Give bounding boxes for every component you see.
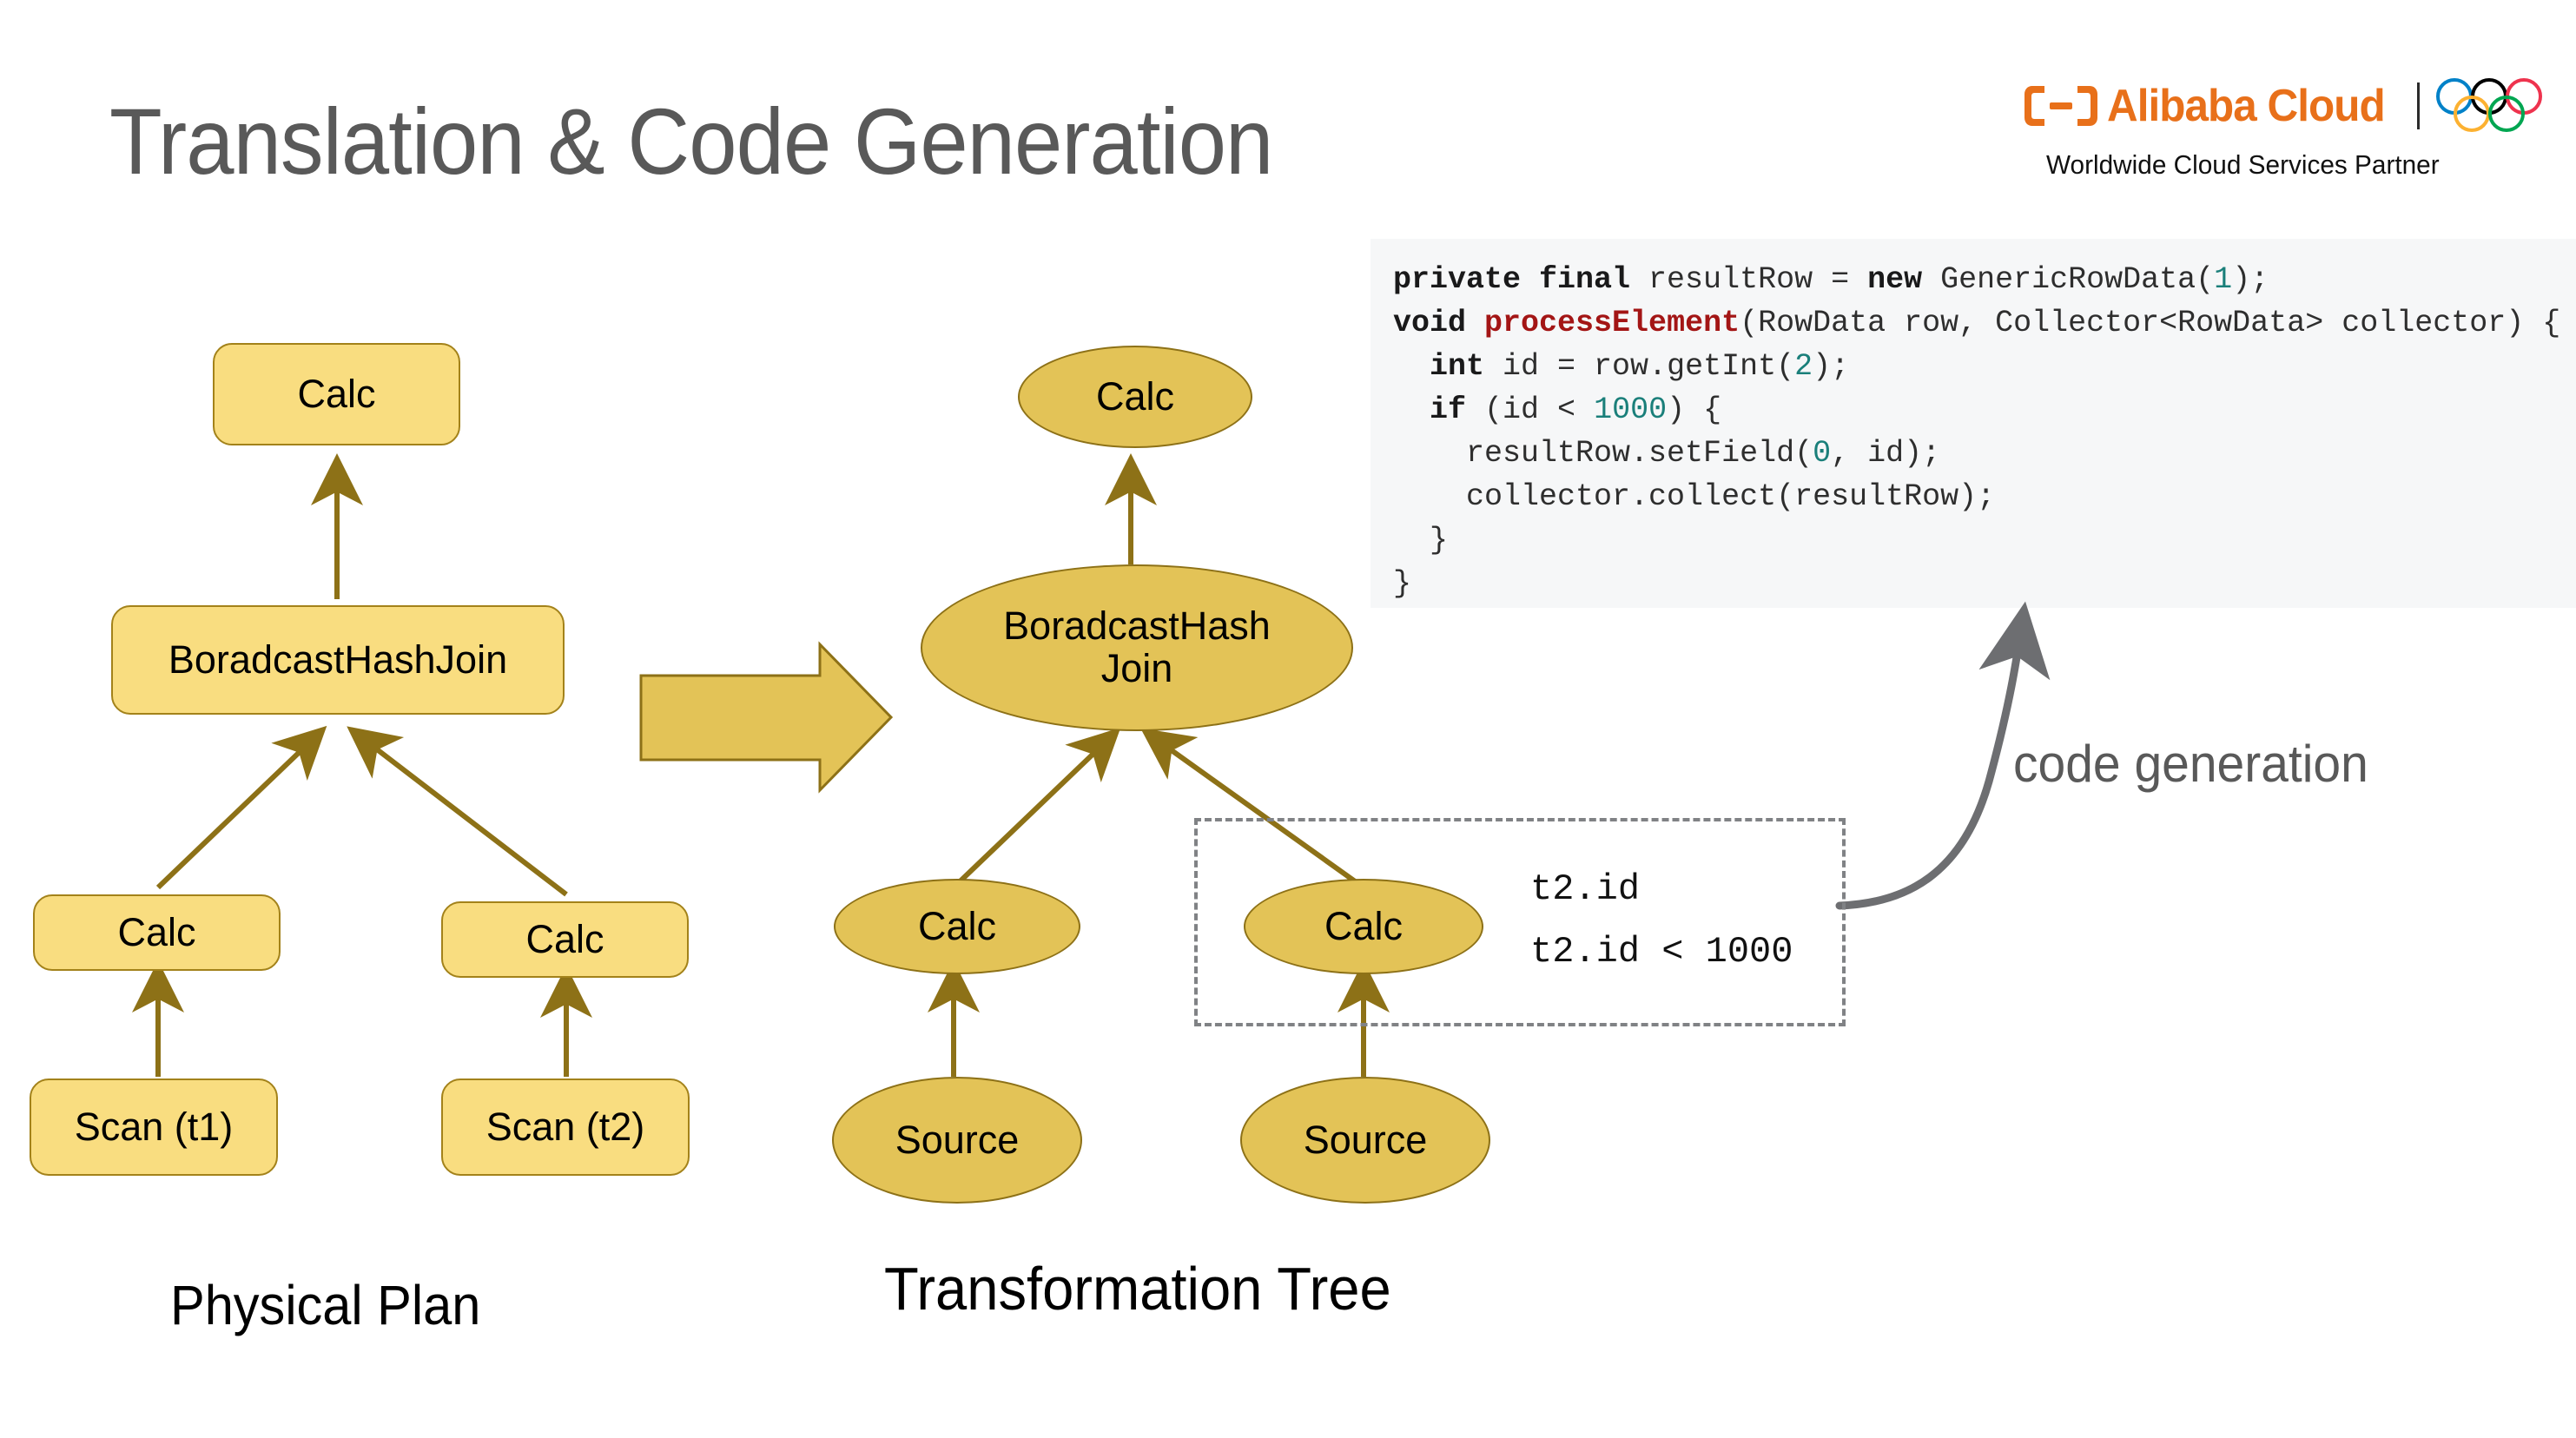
tt-node-source-left-label: Source — [895, 1117, 1020, 1162]
code-line-4: if (id < 1000) { — [1430, 392, 1722, 427]
pp-node-calc-root-label: Calc — [297, 371, 376, 416]
expr-projection: t2.id — [1530, 868, 1641, 910]
tt-node-calc-root-label: Calc — [1095, 373, 1175, 419]
pp-node-scan-t2[interactable]: Scan (t2) — [441, 1078, 690, 1176]
tt-edge-calcleft-to-join — [951, 727, 1121, 890]
olympic-rings-icon — [2435, 78, 2542, 132]
block-arrow-right-icon — [639, 641, 894, 794]
slide-canvas: Translation & Code Generation Alibaba Cl… — [0, 0, 2576, 1438]
tt-node-calc-right-label: Calc — [1324, 903, 1404, 948]
diagram-edges — [132, 453, 2051, 1077]
pp-node-broadcast-hash-join-label: BoradcastHashJoin — [168, 637, 508, 682]
pp-node-scan-t2-label: Scan (t2) — [485, 1104, 645, 1149]
alibaba-cloud-mark-icon — [2024, 86, 2097, 126]
generated-code-block: private final resultRow = new GenericRow… — [1371, 239, 2576, 608]
tt-node-calc-left-label: Calc — [917, 903, 997, 948]
alibaba-cloud-logo: Alibaba Cloud Worldwide Cloud Services P… — [2024, 75, 2542, 188]
tt-node-calc-root[interactable]: Calc — [1018, 346, 1252, 448]
pp-node-calc-right[interactable]: Calc — [441, 901, 689, 978]
tt-node-source-left[interactable]: Source — [832, 1077, 1082, 1204]
expr-filter: t2.id < 1000 — [1530, 931, 1793, 973]
pp-node-broadcast-hash-join[interactable]: BoradcastHashJoin — [111, 605, 565, 715]
pp-node-calc-left-label: Calc — [117, 909, 196, 954]
tt-node-broadcast-hash-join[interactable]: BoradcastHash Join — [921, 564, 1353, 731]
code-line-5: resultRow.setField(0, id); — [1466, 436, 1941, 471]
pp-edge-calcright-to-join — [347, 726, 568, 897]
curved-arrow-up-icon — [1835, 601, 2051, 910]
tt-join-label-line2: Join — [1100, 646, 1173, 690]
caption-transformation-tree: Transformation Tree — [884, 1255, 1391, 1323]
code-line-1: private final resultRow = new GenericRow… — [1393, 262, 2269, 297]
pp-node-calc-left[interactable]: Calc — [33, 894, 281, 971]
tt-node-source-right-label: Source — [1303, 1117, 1428, 1162]
pp-node-calc-right-label: Calc — [525, 916, 604, 961]
pp-node-scan-t1-label: Scan (t1) — [74, 1104, 234, 1149]
codegen-label: code generation — [2013, 735, 2368, 793]
page-title: Translation & Code Generation — [109, 89, 1273, 194]
code-line-7: } — [1430, 523, 1449, 557]
code-line-8: } — [1393, 566, 1412, 601]
tt-node-source-right[interactable]: Source — [1240, 1077, 1490, 1204]
logo-tagline: Worldwide Cloud Services Partner — [2046, 149, 2440, 180]
tt-node-calc-left[interactable]: Calc — [834, 879, 1080, 974]
pp-node-scan-t1[interactable]: Scan (t1) — [30, 1078, 278, 1176]
logo-row: Alibaba Cloud — [2024, 75, 2566, 137]
pp-edges — [132, 453, 592, 1077]
caption-physical-plan: Physical Plan — [170, 1274, 481, 1336]
tt-join-label-line1: BoradcastHash — [1003, 604, 1271, 649]
tt-node-broadcast-hash-join-label: BoradcastHash Join — [922, 566, 1351, 729]
pp-node-calc-root[interactable]: Calc — [213, 343, 460, 445]
tt-node-calc-right[interactable]: Calc — [1244, 879, 1483, 974]
logo-wordmark: Alibaba Cloud — [2107, 81, 2386, 131]
code-line-3: int id = row.getInt(2); — [1430, 349, 1850, 384]
code-line-2: void processElement(RowData row, Collect… — [1393, 306, 2561, 340]
logo-divider — [2416, 82, 2420, 129]
pp-edge-calcleft-to-join — [155, 725, 327, 890]
code-line-6: collector.collect(resultRow); — [1466, 479, 1996, 514]
